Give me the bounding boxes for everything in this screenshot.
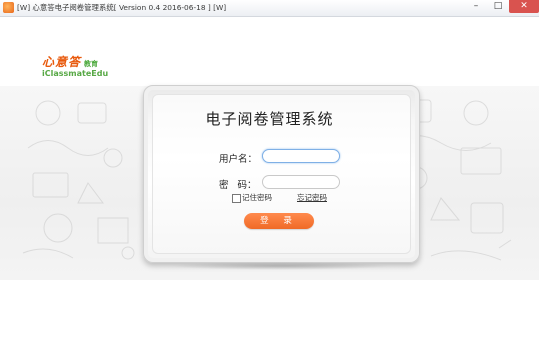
password-label: 密 码：	[219, 180, 257, 191]
logo-name-cn: 心意答	[42, 55, 82, 69]
window-controls: – □ ✕	[465, 0, 539, 14]
remember-password-label[interactable]: 记住密码	[242, 192, 272, 203]
system-title: 电子阅卷管理系统	[205, 110, 334, 128]
app-icon	[3, 2, 14, 13]
window-titlebar: [W] 心意答电子阅卷管理系统[ Version 0.4 2016-06-18 …	[0, 0, 539, 17]
restore-button[interactable]: □	[487, 0, 509, 13]
minimize-button[interactable]: –	[465, 0, 487, 13]
username-input[interactable]	[262, 149, 340, 163]
window-title: [W] 心意答电子阅卷管理系统[ Version 0.4 2016-06-18 …	[17, 3, 227, 12]
panel-shadow	[170, 262, 390, 270]
username-label: 用户名：	[219, 154, 258, 165]
password-input[interactable]	[262, 175, 340, 189]
close-button[interactable]: ✕	[509, 0, 539, 13]
forgot-password-link[interactable]: 忘记密码	[297, 192, 327, 203]
brand-logo: 心意答 教育 iClassmateEdu	[42, 51, 108, 78]
login-button[interactable]: 登 录	[244, 213, 314, 229]
remember-password-checkbox[interactable]	[232, 194, 241, 203]
logo-name-en: iClassmateEdu	[42, 69, 109, 78]
logo-sub-cn: 教育	[84, 60, 99, 68]
